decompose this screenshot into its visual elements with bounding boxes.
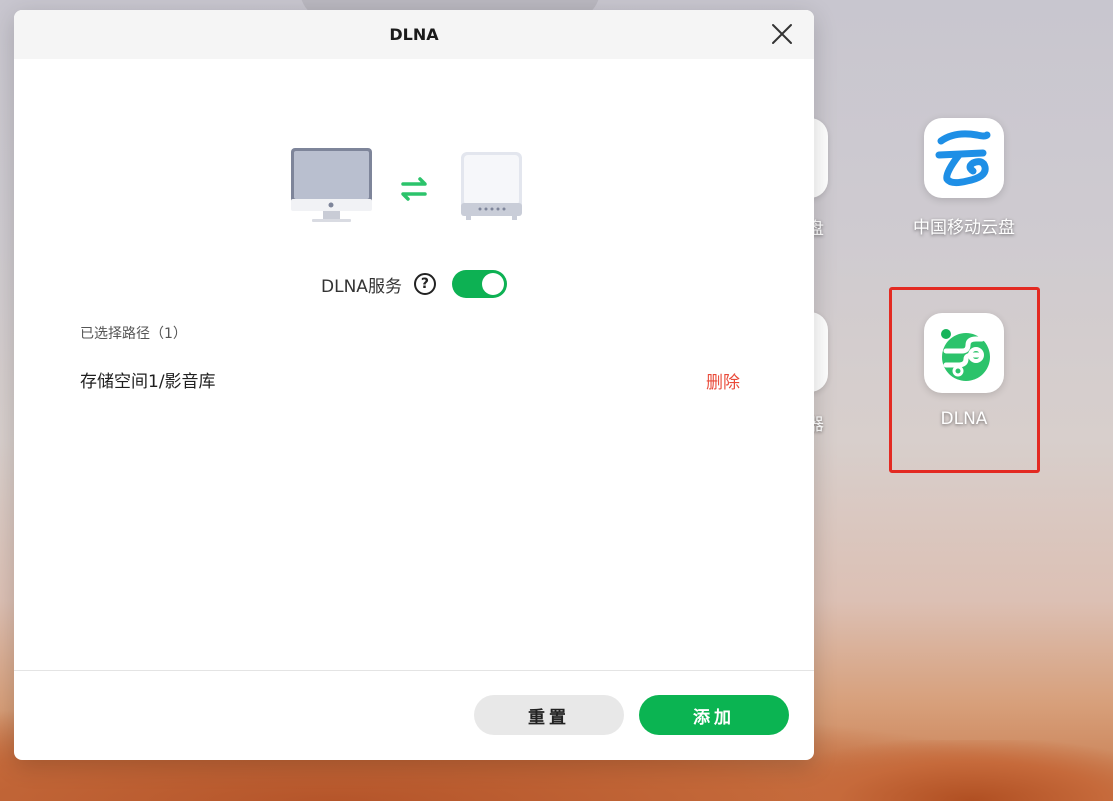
- desktop-icon-china-mobile-cloud-label: 中国移动云盘: [913, 218, 1015, 238]
- dlna-dialog: DLNA DLNA服务 ? 已选择路径（1） 存储空间1/影音库 删除 重置 添…: [14, 10, 814, 760]
- dlna-service-toggle[interactable]: [451, 270, 507, 298]
- close-icon[interactable]: [770, 22, 794, 46]
- highlight-annotation-box: [889, 287, 1040, 473]
- path-text: 存储空间1/影音库: [80, 372, 216, 392]
- help-icon[interactable]: ?: [413, 273, 436, 295]
- reset-button[interactable]: 重置: [474, 695, 624, 735]
- sync-arrows-icon: [401, 177, 427, 201]
- dialog-header: DLNA: [14, 10, 814, 59]
- dlna-service-row: DLNA服务 ?: [14, 269, 814, 299]
- delete-path-link[interactable]: 删除: [706, 368, 740, 393]
- monitor-icon: [291, 148, 372, 222]
- dialog-title: DLNA: [389, 25, 439, 44]
- footer-divider: [14, 670, 814, 671]
- list-item: 存储空间1/影音库 删除: [80, 367, 740, 393]
- desktop-icon-china-mobile-cloud[interactable]: [924, 118, 1004, 198]
- nas-device-icon: [461, 152, 522, 220]
- dlna-service-label: DLNA服务: [321, 276, 402, 297]
- add-button[interactable]: 添加: [639, 695, 789, 735]
- selected-paths-header: 已选择路径（1）: [80, 326, 187, 342]
- dlna-illustration: [291, 148, 522, 222]
- toggle-knob: [481, 273, 504, 295]
- china-mobile-cloud-icon: [935, 130, 991, 187]
